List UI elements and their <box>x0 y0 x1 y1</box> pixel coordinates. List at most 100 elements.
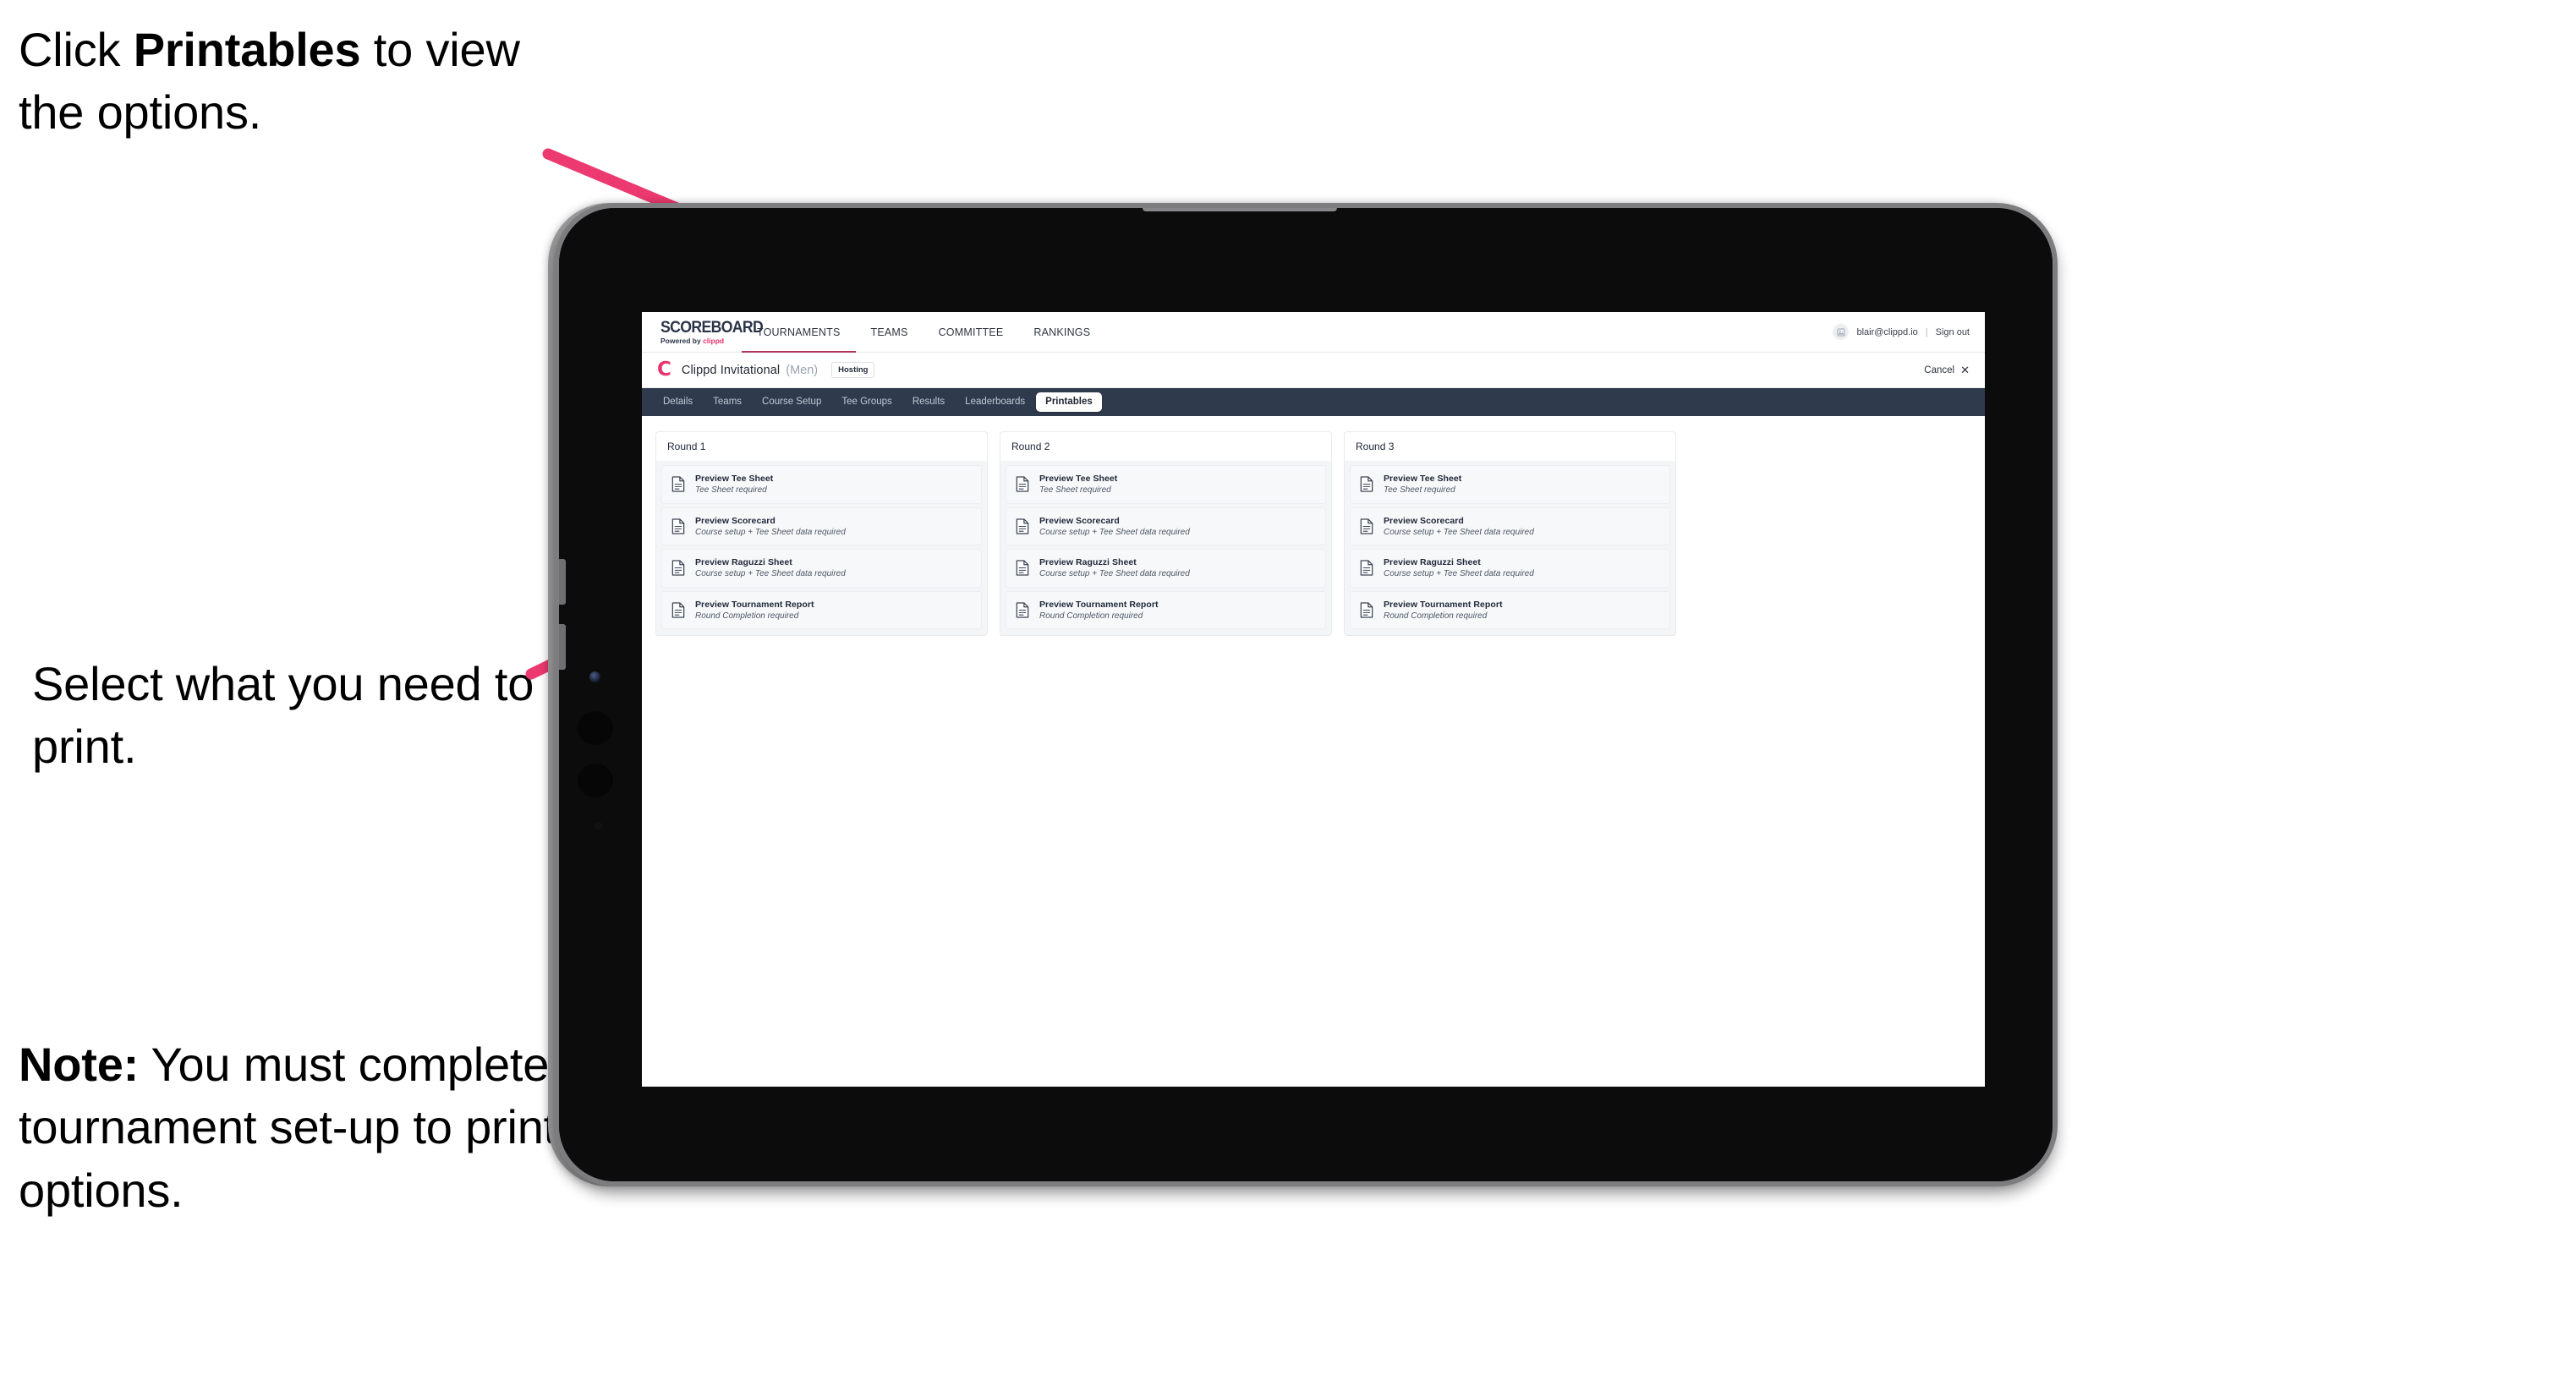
user-avatar-icon[interactable] <box>1833 324 1850 340</box>
printable-item-requirement: Round Completion required <box>695 611 799 621</box>
tablet-volume-button-up[interactable] <box>559 559 566 605</box>
printable-item-tournament-report[interactable]: Preview Tournament Report Round Completi… <box>1006 590 1326 630</box>
tab-details[interactable]: Details <box>654 392 702 413</box>
section-tab-strip: Details Teams Course Setup Tee Groups Re… <box>642 388 1985 416</box>
printable-item-tee-sheet[interactable]: Preview Tee Sheet Tee Sheet required <box>661 465 982 504</box>
brand-subtitle: Powered by clippd <box>660 337 742 345</box>
printable-item-text: Preview Tournament Report Round Completi… <box>1384 600 1503 622</box>
printable-item-text: Preview Scorecard Course setup + Tee She… <box>1384 516 1534 538</box>
sign-out-link[interactable]: Sign out <box>1936 327 1970 337</box>
round-column-1: Round 1 Preview Tee Sheet Tee Sheet requ… <box>655 431 988 637</box>
document-icon <box>671 476 685 492</box>
printable-item-title: Preview Raguzzi Sheet <box>1039 557 1137 568</box>
printable-item-text: Preview Tee Sheet Tee Sheet required <box>1384 474 1461 496</box>
cancel-label: Cancel <box>1924 364 1955 375</box>
printable-item-requirement: Round Completion required <box>1384 611 1488 621</box>
printable-item-text: Preview Tournament Report Round Completi… <box>1039 600 1159 622</box>
cancel-button[interactable]: Cancel ✕ <box>1924 364 1970 375</box>
tablet-top-speaker <box>1143 208 1337 211</box>
printable-item-title: Preview Tee Sheet <box>695 474 774 484</box>
printable-item-raguzzi-sheet[interactable]: Preview Raguzzi Sheet Course setup + Tee… <box>661 549 982 588</box>
tablet-microphone-icon <box>595 822 603 830</box>
printable-item-tournament-report[interactable]: Preview Tournament Report Round Completi… <box>1350 590 1670 630</box>
scoreboard-web-app: SCOREBOARD Powered by clippd TOURNAMENTS… <box>642 312 1985 1087</box>
user-email-label: blair@clippd.io <box>1856 326 1918 337</box>
printable-item-title: Preview Tournament Report <box>1384 599 1503 610</box>
round-items-list: Preview Tee Sheet Tee Sheet required Pre… <box>1000 461 1332 637</box>
brand-title: SCOREBOARD <box>660 318 764 337</box>
printable-item-requirement: Course setup + Tee Sheet data required <box>1039 569 1190 579</box>
document-icon <box>671 518 685 534</box>
tournament-name: Clippd Invitational <box>681 363 781 377</box>
brand-sub-prefix: Powered by <box>660 336 704 345</box>
printable-item-title: Preview Tee Sheet <box>1384 474 1462 484</box>
printable-item-tee-sheet[interactable]: Preview Tee Sheet Tee Sheet required <box>1006 465 1326 504</box>
tablet-volume-button-down[interactable] <box>559 624 566 670</box>
tablet-device-frame: SCOREBOARD Powered by clippd TOURNAMENTS… <box>554 203 2058 1186</box>
nav-link-tournaments[interactable]: TOURNAMENTS <box>742 312 856 353</box>
document-icon <box>1016 602 1029 618</box>
tab-leaderboards[interactable]: Leaderboards <box>956 392 1034 413</box>
tablet-side-hole-one <box>578 711 613 745</box>
printable-item-title: Preview Tournament Report <box>1039 599 1159 610</box>
printable-item-raguzzi-sheet[interactable]: Preview Raguzzi Sheet Course setup + Tee… <box>1006 549 1326 588</box>
document-icon <box>671 602 685 618</box>
document-icon <box>671 560 685 577</box>
round-items-list: Preview Tee Sheet Tee Sheet required Pre… <box>1344 461 1676 637</box>
annotation-click-printables: Click Printables to view the options. <box>19 19 560 145</box>
printable-item-requirement: Course setup + Tee Sheet data required <box>1384 569 1534 579</box>
printable-item-text: Preview Scorecard Course setup + Tee She… <box>1039 516 1190 538</box>
printable-item-tournament-report[interactable]: Preview Tournament Report Round Completi… <box>661 590 982 630</box>
close-x-icon: ✕ <box>1960 364 1970 376</box>
tablet-side-hole-two <box>578 764 613 797</box>
tab-teams[interactable]: Teams <box>704 392 751 413</box>
printable-item-text: Preview Raguzzi Sheet Course setup + Tee… <box>1039 557 1190 579</box>
printable-item-raguzzi-sheet[interactable]: Preview Raguzzi Sheet Course setup + Tee… <box>1350 549 1670 588</box>
printable-item-scorecard[interactable]: Preview Scorecard Course setup + Tee She… <box>1350 507 1670 546</box>
printable-item-requirement: Tee Sheet required <box>1039 485 1111 496</box>
printable-item-title: Preview Raguzzi Sheet <box>695 557 792 568</box>
printable-item-title: Preview Raguzzi Sheet <box>1384 557 1481 568</box>
printable-item-requirement: Course setup + Tee Sheet data required <box>1384 527 1534 537</box>
brand-sub-accent: clippd <box>703 336 725 345</box>
account-area: blair@clippd.io | Sign out <box>1833 312 1985 352</box>
nav-link-committee[interactable]: COMMITTEE <box>924 312 1019 352</box>
scoreboard-logo[interactable]: SCOREBOARD Powered by clippd <box>642 312 764 352</box>
document-icon <box>1016 518 1029 534</box>
account-separator: | <box>1925 326 1928 337</box>
nav-link-rankings[interactable]: RANKINGS <box>1018 312 1105 352</box>
printable-item-text: Preview Tee Sheet Tee Sheet required <box>695 474 773 496</box>
printable-item-title: Preview Scorecard <box>1384 515 1464 526</box>
tab-course-setup[interactable]: Course Setup <box>753 392 830 413</box>
printable-item-requirement: Tee Sheet required <box>695 485 767 496</box>
printable-item-text: Preview Raguzzi Sheet Course setup + Tee… <box>695 557 846 579</box>
printable-item-text: Preview Tee Sheet Tee Sheet required <box>1039 474 1117 496</box>
tablet-bezel: SCOREBOARD Powered by clippd TOURNAMENTS… <box>559 208 2053 1181</box>
round-title: Round 3 <box>1344 431 1676 461</box>
printable-item-text: Preview Raguzzi Sheet Course setup + Tee… <box>1384 557 1534 579</box>
document-icon <box>1016 476 1029 492</box>
tournament-gender: (Men) <box>786 363 819 377</box>
round-title: Round 2 <box>1000 431 1332 461</box>
document-icon <box>1360 476 1373 492</box>
document-icon <box>1360 518 1373 534</box>
printable-item-scorecard[interactable]: Preview Scorecard Course setup + Tee She… <box>1006 507 1326 546</box>
rounds-container: Round 1 Preview Tee Sheet Tee Sheet requ… <box>642 416 1985 637</box>
printable-item-title: Preview Tee Sheet <box>1039 474 1118 484</box>
tab-tee-groups[interactable]: Tee Groups <box>832 392 901 413</box>
tablet-front-camera-icon <box>589 671 600 682</box>
printable-item-scorecard[interactable]: Preview Scorecard Course setup + Tee She… <box>661 507 982 546</box>
tab-printables[interactable]: Printables <box>1036 392 1102 413</box>
tab-results[interactable]: Results <box>903 392 954 413</box>
printable-item-requirement: Round Completion required <box>1039 611 1143 621</box>
printable-item-text: Preview Scorecard Course setup + Tee She… <box>695 516 846 538</box>
printable-item-tee-sheet[interactable]: Preview Tee Sheet Tee Sheet required <box>1350 465 1670 504</box>
printable-item-requirement: Tee Sheet required <box>1384 485 1455 496</box>
tournament-title-bar: C Clippd Invitational (Men) Hosting Canc… <box>642 353 1985 388</box>
annotation-top-prefix: Click <box>19 23 134 76</box>
printable-item-requirement: Course setup + Tee Sheet data required <box>1039 527 1190 537</box>
round-column-3: Round 3 Preview Tee Sheet Tee Sheet requ… <box>1344 431 1676 637</box>
printable-item-requirement: Course setup + Tee Sheet data required <box>695 569 846 579</box>
annotation-note-bold: Note: <box>19 1038 140 1091</box>
nav-link-teams[interactable]: TEAMS <box>856 312 924 352</box>
